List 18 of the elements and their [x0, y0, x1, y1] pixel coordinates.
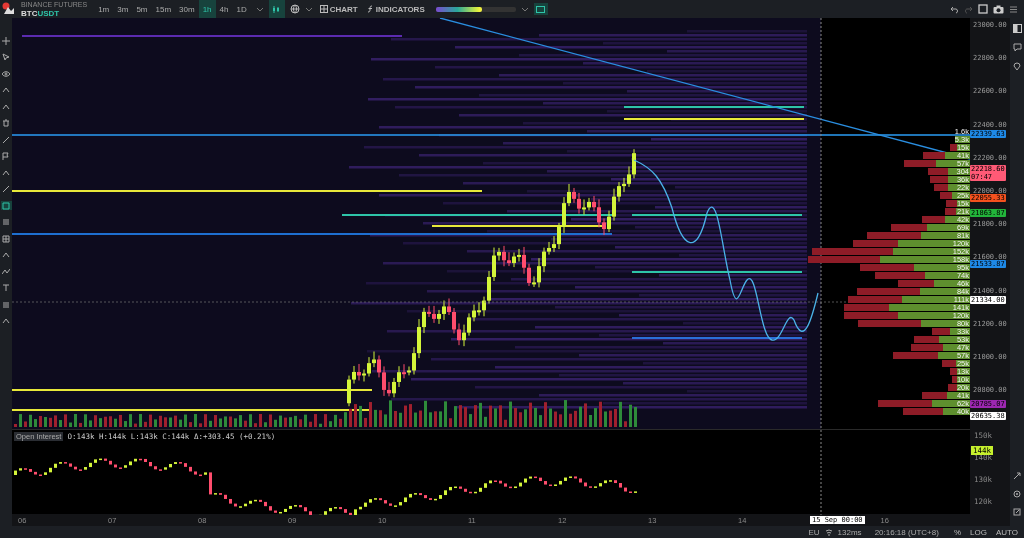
chart-button[interactable]: CHART — [317, 4, 360, 14]
timeframe-tab[interactable]: 15m — [151, 0, 176, 18]
symbol-quote: USDT — [37, 8, 60, 18]
log-button[interactable]: LOG — [968, 527, 989, 537]
latency-label: 132ms — [837, 527, 862, 537]
clock-label: 20:16:18 (UTC+8) — [874, 527, 939, 537]
timeframe-tab[interactable]: 1D — [232, 0, 251, 18]
timeframe-tab[interactable]: 1h — [198, 0, 216, 18]
timeframe-tab[interactable]: 1m — [94, 0, 114, 18]
auto-button[interactable]: AUTO — [993, 527, 1020, 537]
symbol-base: BTC — [21, 8, 38, 18]
timeframe-tab[interactable]: 3m — [113, 0, 133, 18]
region-label: EU — [808, 527, 820, 537]
indicators-button[interactable]: INDICATORS — [364, 4, 427, 14]
timeframe-tab[interactable]: 5m — [132, 0, 152, 18]
timeframe-tab[interactable]: 30m — [175, 0, 199, 18]
timeframe-tab[interactable]: 4h — [215, 0, 233, 18]
percent-button[interactable]: % — [951, 527, 963, 537]
